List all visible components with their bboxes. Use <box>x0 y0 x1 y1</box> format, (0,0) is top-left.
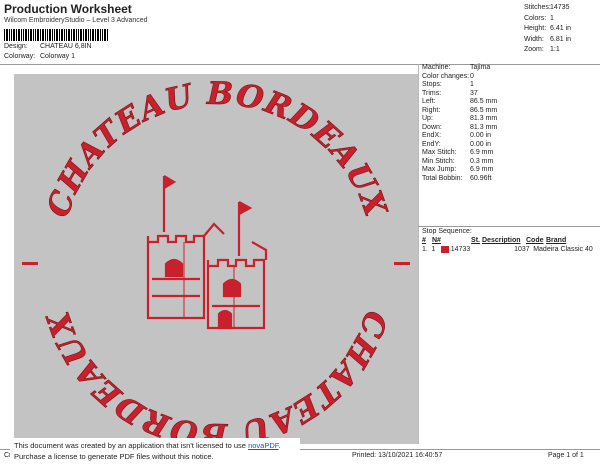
embroidery-design: CHATEAU BORDEAUX CHATEAU BORDEAUX <box>22 75 410 453</box>
design-top-text: CHATEAU BORDEAUX <box>40 76 394 223</box>
page-title: Production Worksheet <box>4 2 132 16</box>
machine-panel-value: 6.9 mm <box>470 149 494 156</box>
machine-panel-label: Color changes: <box>422 72 470 80</box>
right-dash <box>394 262 410 265</box>
machine-panel-label: Stops: <box>422 81 442 88</box>
stitches-value: 14735 <box>550 4 570 11</box>
machine-panel-row: Left: 86.5 mm <box>418 98 600 107</box>
machine-panel-label: Left: <box>422 98 436 105</box>
design-canvas: CHATEAU BORDEAUX CHATEAU BORDEAUX <box>14 74 418 453</box>
machine-panel-row: Color changes: 0 <box>418 73 600 82</box>
footer-printed: Printed: 13/10/2021 16:40:57 <box>352 452 443 459</box>
machine-panel-value: 60.96ft <box>470 174 492 182</box>
left-dash <box>22 262 38 265</box>
stop-sequence-row: 1. 1 14733 1037 Madeira Classic 40 <box>422 246 593 253</box>
machine-panel-row: EndX: 0.00 in <box>418 132 600 141</box>
footer-page: Page 1 of 1 <box>548 452 584 459</box>
machine-panel: Machine: Tajima Color changes: 0 Stops: 1 Trim… <box>418 64 600 183</box>
machine-panel-row: Down: 81.3 mm <box>418 124 600 133</box>
machine-panel-row: Max Stitch: 6.9 mm <box>418 149 600 158</box>
colors-value: 1 <box>550 14 554 22</box>
machine-panel-row: Min Stitch: 0.3 mm <box>418 158 600 167</box>
machine-panel-row: Machine: Tajima <box>418 64 600 73</box>
machine-panel-value: 86.5 mm <box>470 106 498 114</box>
machine-panel-label: Machine: <box>422 64 451 71</box>
machine-panel-label: Total Bobbin: <box>422 174 463 182</box>
stop-sequence: Stop Sequence: # N# St. Description Code… <box>418 226 600 254</box>
machine-panel-label: Trims: <box>422 89 442 97</box>
machine-panel-row: Stops: 1 <box>418 81 600 90</box>
zoom-value: 1:1 <box>550 46 560 53</box>
machine-panel-value: Tajima <box>470 64 491 71</box>
machine-panel-row: Trims: 37 <box>418 90 600 99</box>
machine-panel-row: Up: 81.3 mm <box>418 115 600 124</box>
machine-panel-label: Up: <box>422 115 433 122</box>
machine-panel-label: EndY: <box>422 140 441 148</box>
machine-panel-label: Max Jump: <box>422 166 457 173</box>
colorway-value: Colorway 1 <box>40 53 76 60</box>
summary-stats: Stitches: 14735 Colors: 1 Height: 6.41 in W… <box>524 3 571 56</box>
license-notice: This document was created by an applicat… <box>10 438 300 464</box>
height-value: 6.41 in <box>550 25 572 32</box>
machine-panel-value: 37 <box>470 89 478 97</box>
colorway-row: Colorway: Colorway 1 <box>4 53 76 60</box>
machine-panel-row: Max Jump: 6.9 mm <box>418 166 600 175</box>
machine-panel-value: 81.3 mm <box>470 115 498 122</box>
thread-swatch <box>441 246 449 253</box>
machine-panel-value: 0.3 mm <box>470 157 494 165</box>
design-bottom-text: CHATEAU BORDEAUX <box>40 305 394 444</box>
machine-panel-row: EndY: 0.00 in <box>418 141 600 150</box>
machine-panel-label: Min Stitch: <box>422 157 455 165</box>
machine-panel-value: 86.5 mm <box>470 98 498 105</box>
machine-panel-value: 6.9 mm <box>470 166 494 173</box>
design-row: Design: CHATEAU 6,8IN <box>4 43 92 50</box>
software-name: Wilcom EmbroideryStudio – Level 3 Advanc… <box>4 17 148 24</box>
machine-panel-value: 1 <box>470 81 474 88</box>
barcode <box>4 29 108 41</box>
machine-panel-value: 0.00 in <box>470 132 492 139</box>
castle-illustration <box>146 175 268 330</box>
machine-panel-value: 81.3 mm <box>470 123 498 131</box>
width-value: 6.81 in <box>550 35 572 43</box>
stop-sequence-title: Stop Sequence: <box>418 226 600 236</box>
machine-panel-value: 0.00 in <box>470 140 492 148</box>
machine-panel-row: Right: 86.5 mm <box>418 107 600 116</box>
machine-panel-row: Total Bobbin: 60.96ft <box>418 175 600 184</box>
machine-panel-label: Right: <box>422 106 441 114</box>
stop-sequence-header: # N# St. Description Code Brand <box>422 237 567 244</box>
machine-panel-label: Max Stitch: <box>422 149 457 156</box>
machine-panel-label: Down: <box>422 123 442 131</box>
machine-panel-label: EndX: <box>422 132 442 139</box>
novapdf-link[interactable]: novaPDF <box>248 441 278 450</box>
machine-panel-value: 0 <box>470 72 474 80</box>
design-value: CHATEAU 6,8IN <box>40 43 92 50</box>
